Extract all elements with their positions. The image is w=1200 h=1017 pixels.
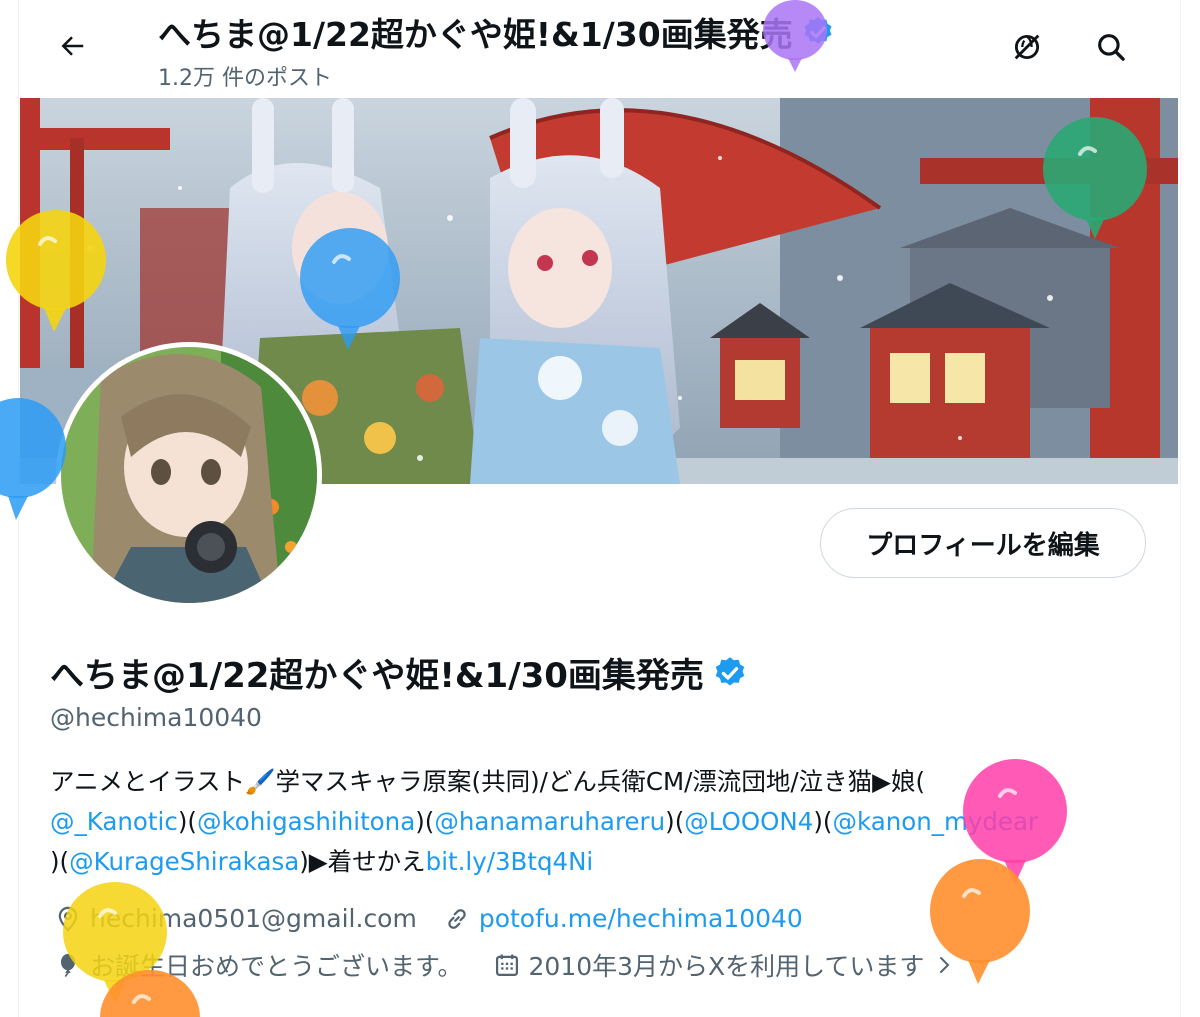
- bio-separator: )(: [665, 807, 685, 836]
- joined-item: 2010年3月からXを利用しています: [493, 947, 957, 983]
- back-button[interactable]: [44, 18, 100, 74]
- right-border: [1180, 0, 1181, 1017]
- avatar[interactable]: [56, 342, 322, 608]
- mention-link[interactable]: @KurageShirakasa: [69, 847, 299, 876]
- balloon-icon: [61, 953, 75, 977]
- mention-link[interactable]: @hanamaruhareru: [434, 807, 665, 836]
- verified-badge-icon[interactable]: [712, 655, 748, 691]
- calendar-icon: [495, 954, 518, 977]
- bio-separator: )(: [415, 807, 435, 836]
- back-arrow-icon: [61, 36, 84, 56]
- verified-badge-icon: [804, 17, 832, 44]
- translate-toggle-button[interactable]: [1000, 20, 1054, 74]
- location-text: hechima0501@gmail.com: [90, 904, 417, 933]
- profile-name: へちま@1/22超かぐや姫!&1/30画集発売: [50, 648, 748, 697]
- profile-header: へちま@1/22超かぐや姫!&1/30画集発売 1.2万 件のポスト: [0, 0, 1200, 98]
- birthday-item: お誕生日おめでとうございます。: [54, 947, 463, 983]
- link-icon: [448, 908, 466, 929]
- bio-line: @_Kanotic)(@kohigashihitona)(@hanamaruha…: [50, 802, 1140, 842]
- profile-handle: @hechima10040: [50, 703, 262, 732]
- header-title: へちま@1/22超かぐや姫!&1/30画集発売: [158, 8, 835, 56]
- mention-link[interactable]: @kohigashihitona: [197, 807, 415, 836]
- bio-separator: )(: [177, 807, 197, 836]
- bio-url-link[interactable]: bit.ly/3Btq4Ni: [426, 847, 594, 876]
- birthday-text: お誕生日おめでとうございます。: [90, 952, 463, 981]
- header-title-text: へちま@1/22超かぐや姫!&1/30画集発売: [158, 15, 793, 54]
- search-icon: [1098, 34, 1125, 61]
- no-translate-icon: [1014, 34, 1040, 60]
- mention-link[interactable]: @LOOON4: [684, 807, 813, 836]
- bio-line: アニメとイラスト🖌️学マスキャラ原案(共同)/どん兵衛CM/漂流団地/泣き猫▶娘…: [50, 767, 926, 796]
- bio-line: )(@KurageShirakasa)▶着せかえbit.ly/3Btq4Ni: [50, 842, 1140, 882]
- profile-meta-row: hechima0501@gmail.com potofu.me/hechima1…: [54, 904, 803, 933]
- post-count: 1.2万 件のポスト: [158, 66, 332, 91]
- mention-link[interactable]: @kanon_mydear: [832, 807, 1038, 836]
- chevron-right-icon[interactable]: [932, 953, 956, 977]
- search-button[interactable]: [1084, 20, 1138, 74]
- location-item: hechima0501@gmail.com: [54, 904, 417, 933]
- website-link[interactable]: potofu.me/hechima10040: [479, 904, 803, 933]
- location-pin-icon: [58, 906, 78, 932]
- profile-name-text: へちま@1/22超かぐや姫!&1/30画集発売: [50, 656, 704, 696]
- bio-text: )▶着せかえ: [299, 847, 426, 876]
- joined-text: 2010年3月からXを利用しています: [528, 952, 925, 981]
- left-border: [18, 0, 19, 1017]
- bio-separator: )(: [813, 807, 833, 836]
- profile-bio: アニメとイラスト🖌️学マスキャラ原案(共同)/どん兵衛CM/漂流団地/泣き猫▶娘…: [50, 762, 1140, 882]
- bio-separator: )(: [50, 847, 70, 876]
- mention-link[interactable]: @_Kanotic: [50, 807, 178, 836]
- edit-profile-button[interactable]: プロフィールを編集: [820, 508, 1146, 578]
- website-item: potofu.me/hechima10040: [443, 904, 803, 933]
- profile-meta-row: お誕生日おめでとうございます。 2010年3月からXを利用しています: [54, 947, 956, 983]
